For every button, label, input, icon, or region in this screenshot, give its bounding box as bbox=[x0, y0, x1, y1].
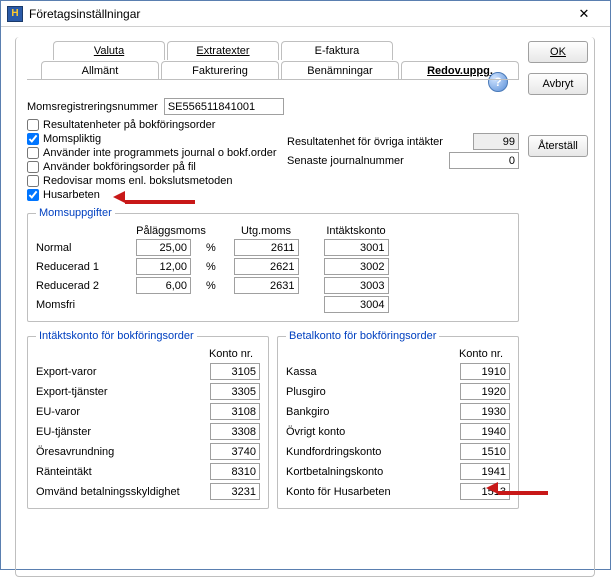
momsreg-input[interactable] bbox=[164, 98, 284, 115]
cb-anvfil[interactable] bbox=[27, 161, 39, 173]
app-icon: H bbox=[7, 6, 23, 22]
kortb-input[interactable] bbox=[460, 463, 510, 480]
bankg-input[interactable] bbox=[460, 403, 510, 420]
ovrigt-input[interactable] bbox=[460, 423, 510, 440]
row-normal-label: Normal bbox=[36, 242, 136, 254]
resultatenhet-input bbox=[473, 133, 519, 150]
euvaror-input[interactable] bbox=[210, 403, 260, 420]
tab-valuta[interactable]: Valuta bbox=[53, 41, 165, 60]
momsuppgifter-legend: Momsuppgifter bbox=[36, 207, 115, 219]
eutjanst-input[interactable] bbox=[210, 423, 260, 440]
betalkonto-group: Betalkonto för bokföringsorder Konto nr.… bbox=[277, 330, 519, 509]
omvand-input[interactable] bbox=[210, 483, 260, 500]
intaktskonto-legend: Intäktskonto för bokföringsorder bbox=[36, 330, 197, 342]
aterstall-button[interactable]: Återställ bbox=[528, 135, 588, 157]
tab-row-top: Valuta Extratexter E-faktura bbox=[53, 41, 393, 60]
red1-intakt[interactable] bbox=[324, 258, 389, 275]
titlebar: H Företagsinställningar ✕ bbox=[1, 1, 610, 27]
normal-intakt[interactable] bbox=[324, 239, 389, 256]
intaktskonto-group: Intäktskonto för bokföringsorder Konto n… bbox=[27, 330, 269, 509]
cb-redovisar[interactable] bbox=[27, 175, 39, 187]
ok-button[interactable]: OK bbox=[528, 41, 588, 63]
arrow-husarbeten bbox=[125, 195, 195, 207]
row-momsfri-label: Momsfri bbox=[36, 299, 136, 311]
row-red1-label: Reducerad 1 bbox=[36, 261, 136, 273]
senaste-input[interactable] bbox=[449, 152, 519, 169]
oresav-input[interactable] bbox=[210, 443, 260, 460]
hdr-intakt: Intäktskonto bbox=[326, 225, 385, 237]
exptjanst-input[interactable] bbox=[210, 383, 260, 400]
kassa-input[interactable] bbox=[460, 363, 510, 380]
tab-content: Momsregistreringsnummer Resultatenheter … bbox=[27, 79, 519, 569]
intakt-konto-hdr: Konto nr. bbox=[202, 348, 260, 360]
tab-allmant[interactable]: Allmänt bbox=[41, 61, 159, 80]
red2-intakt[interactable] bbox=[324, 277, 389, 294]
momsfri-intakt[interactable] bbox=[324, 296, 389, 313]
side-buttons: OK Avbryt Återställ bbox=[528, 41, 588, 157]
red1-palagg[interactable] bbox=[136, 258, 191, 275]
hdr-palagg: Påläggsmoms bbox=[136, 225, 206, 237]
tab-benamningar[interactable]: Benämningar bbox=[281, 61, 399, 80]
close-button[interactable]: ✕ bbox=[564, 5, 604, 23]
betal-konto-hdr: Konto nr. bbox=[452, 348, 510, 360]
tab-fakturering[interactable]: Fakturering bbox=[161, 61, 279, 80]
kundf-input[interactable] bbox=[460, 443, 510, 460]
cb-husarbeten[interactable] bbox=[27, 189, 39, 201]
normal-palagg[interactable] bbox=[136, 239, 191, 256]
rante-input[interactable] bbox=[210, 463, 260, 480]
right-fields: Resultatenhet för övriga intäkter Senast… bbox=[287, 119, 519, 203]
normal-utg[interactable] bbox=[234, 239, 299, 256]
tab-redov[interactable]: Redov.uppg. ? bbox=[401, 61, 519, 80]
row-red2-label: Reducerad 2 bbox=[36, 280, 136, 292]
tab-row-bottom: Allmänt Fakturering Benämningar Redov.up… bbox=[41, 61, 519, 80]
expvaror-input[interactable] bbox=[210, 363, 260, 380]
checkbox-column: Resultatenheter på bokföringsorder Momsp… bbox=[27, 119, 287, 203]
plusg-input[interactable] bbox=[460, 383, 510, 400]
tab-efaktura[interactable]: E-faktura bbox=[281, 41, 393, 60]
red2-utg[interactable] bbox=[234, 277, 299, 294]
avbryt-button[interactable]: Avbryt bbox=[528, 73, 588, 95]
red2-palagg[interactable] bbox=[136, 277, 191, 294]
betalkonto-legend: Betalkonto för bokföringsorder bbox=[286, 330, 439, 342]
arrow-hus-konto bbox=[498, 486, 548, 498]
window: H Företagsinställningar ✕ Valuta Extrate… bbox=[0, 0, 611, 570]
red1-utg[interactable] bbox=[234, 258, 299, 275]
cb-momspliktig[interactable] bbox=[27, 133, 39, 145]
momsuppgifter-group: Momsuppgifter Påläggsmoms Utg.moms Intäk… bbox=[27, 207, 519, 322]
momsreg-label: Momsregistreringsnummer bbox=[27, 101, 158, 113]
cb-anvinte[interactable] bbox=[27, 147, 39, 159]
cb-resultatenheter[interactable] bbox=[27, 119, 39, 131]
hdr-utg: Utg.moms bbox=[241, 225, 291, 237]
window-title: Företagsinställningar bbox=[29, 7, 564, 21]
tab-extratexter[interactable]: Extratexter bbox=[167, 41, 279, 60]
dialog-body: Valuta Extratexter E-faktura Allmänt Fak… bbox=[1, 27, 610, 569]
resultatenhet-label: Resultatenhet för övriga intäkter bbox=[287, 136, 443, 148]
senaste-label: Senaste journalnummer bbox=[287, 155, 404, 167]
